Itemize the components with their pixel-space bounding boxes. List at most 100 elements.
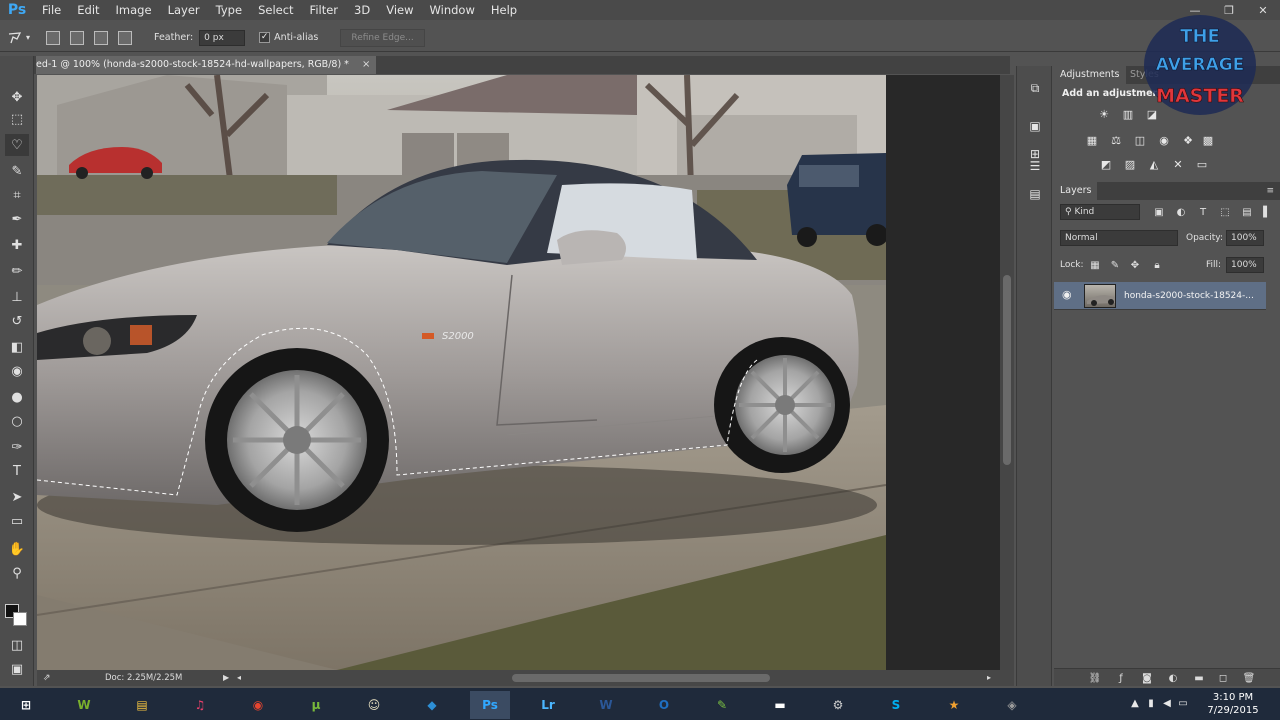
menu-image[interactable]: Image [108, 0, 160, 20]
lasso-tool-icon[interactable]: ♡ [5, 134, 29, 156]
menu-file[interactable]: File [34, 0, 69, 20]
taskbar-app-kodi-icon[interactable]: ◆ [412, 691, 452, 719]
kind-filter-dropdown[interactable]: ⚲ Kind [1060, 204, 1140, 220]
properties-panel-icon[interactable]: ▣ [1025, 116, 1045, 136]
taskbar-outlook-icon[interactable]: O [644, 691, 684, 719]
refine-edge-button[interactable]: Refine Edge... [340, 28, 425, 47]
filter-pixel-icon[interactable]: ▣ [1152, 205, 1166, 219]
tab-layers[interactable]: Layers [1054, 182, 1098, 200]
lock-transparent-icon[interactable]: ▦ [1088, 258, 1102, 272]
crop-tool-icon[interactable]: ⌗ [5, 184, 29, 206]
menu-filter[interactable]: Filter [302, 0, 346, 20]
tray-expand-icon[interactable]: ▲ [1128, 696, 1142, 710]
eraser-tool-icon[interactable]: ◧ [5, 336, 29, 358]
status-menu-icon[interactable]: ⇗ [43, 670, 51, 686]
opacity-input[interactable]: 100% [1226, 230, 1264, 246]
lock-all-icon[interactable]: 🔒︎ [1150, 258, 1164, 272]
vibrance-icon[interactable]: ▦ [1084, 132, 1100, 148]
add-mask-icon[interactable]: ◙ [1140, 671, 1154, 685]
posterize-icon[interactable]: ▨ [1122, 156, 1138, 172]
black-white-icon[interactable]: ◉ [1156, 132, 1172, 148]
paint-bucket-tool-icon[interactable]: ◉ [5, 360, 29, 382]
taskbar-photoshop-icon[interactable]: Ps [470, 691, 510, 719]
channel-mixer-icon[interactable]: ▩ [1200, 132, 1216, 148]
intersect-selection-icon[interactable] [118, 30, 133, 45]
photo-filter-icon[interactable]: ❖ [1180, 132, 1196, 148]
dodge-tool-icon[interactable]: ○ [5, 410, 29, 432]
feather-input[interactable]: 0 px [199, 29, 246, 46]
gradient-map-icon[interactable]: ▭ [1194, 156, 1210, 172]
vertical-scrollbar[interactable] [1000, 75, 1014, 670]
taskbar-clock[interactable]: 3:10 PM 7/29/2015 [1200, 691, 1266, 717]
pen-tool-icon[interactable]: ✑ [5, 436, 29, 458]
background-color-swatch[interactable] [13, 612, 27, 626]
taskbar-itunes-icon[interactable]: ♫ [180, 691, 220, 719]
lock-position-icon[interactable]: ✥ [1128, 258, 1142, 272]
selective-color-icon[interactable]: ✕ [1170, 156, 1186, 172]
layer-name[interactable]: honda-s2000-stock-18524-... [1124, 282, 1254, 310]
taskbar-app-slate-icon[interactable]: ◈ [992, 691, 1032, 719]
menu-3d[interactable]: 3D [346, 0, 378, 20]
polygonal-lasso-preset-icon[interactable] [6, 29, 24, 47]
filter-toggle-icon[interactable]: ▌ [1260, 205, 1274, 219]
menu-layer[interactable]: Layer [160, 0, 208, 20]
type-tool-icon[interactable]: T [5, 460, 29, 482]
scroll-right-icon[interactable]: ▸ [987, 670, 991, 686]
fill-input[interactable]: 100% [1226, 257, 1264, 273]
taskbar-w-app-icon[interactable]: W [64, 691, 104, 719]
document-tab[interactable]: ed-1 @ 100% (honda-s2000-stock-18524-hd-… [36, 56, 376, 74]
clone-stamp-tool-icon[interactable]: ⊥ [5, 286, 29, 308]
layer-style-icon[interactable]: ƒ [1114, 671, 1128, 685]
menu-type[interactable]: Type [208, 0, 250, 20]
new-layer-icon[interactable]: ◻ [1216, 671, 1230, 685]
taskbar-word-icon[interactable]: W [586, 691, 626, 719]
document-canvas[interactable]: S2000 [37, 75, 886, 670]
quick-select-tool-icon[interactable]: ✎ [5, 160, 29, 182]
marquee-tool-icon[interactable]: ⬚ [5, 108, 29, 130]
taskbar-app-cartoon-icon[interactable]: ☺ [354, 691, 394, 719]
color-balance-icon[interactable]: ◫ [1132, 132, 1148, 148]
levels-icon[interactable]: ▥ [1120, 106, 1136, 122]
tray-volume-icon[interactable]: ◀ [1160, 696, 1174, 710]
brightness-contrast-icon[interactable]: ☀ [1096, 106, 1112, 122]
filter-shape-icon[interactable]: ⬚ [1218, 205, 1232, 219]
blur-tool-icon[interactable]: ● [5, 386, 29, 408]
eyedropper-tool-icon[interactable]: ✒ [5, 208, 29, 230]
invert-icon[interactable]: ◩ [1098, 156, 1114, 172]
status-arrow-icon[interactable]: ▶ [223, 670, 229, 686]
visibility-eye-icon[interactable]: ◉ [1062, 288, 1072, 301]
link-layers-icon[interactable]: ⛓ [1088, 671, 1102, 685]
layers-panel-menu-icon[interactable]: ≡ [1266, 182, 1274, 200]
menu-window[interactable]: Window [422, 0, 483, 20]
rectangle-tool-icon[interactable]: ▭ [5, 510, 29, 532]
subtract-selection-icon[interactable] [94, 30, 109, 45]
taskbar-start-icon[interactable]: ⊞ [6, 691, 46, 719]
taskbar-file-explorer-icon[interactable]: ▤ [122, 691, 162, 719]
blend-mode-dropdown[interactable]: Normal [1060, 230, 1178, 246]
preset-dropdown-icon[interactable]: ▾ [26, 33, 30, 42]
taskbar-app-notes-icon[interactable]: ✎ [702, 691, 742, 719]
lock-image-icon[interactable]: ✎ [1108, 258, 1122, 272]
horizontal-scroll-thumb[interactable] [512, 674, 770, 682]
healing-brush-tool-icon[interactable]: ✚ [5, 234, 29, 256]
taskbar-steam-icon[interactable]: ⚙ [818, 691, 858, 719]
threshold-icon[interactable]: ◭ [1146, 156, 1162, 172]
filter-adjustment-icon[interactable]: ◐ [1174, 205, 1188, 219]
move-tool-icon[interactable]: ✥ [5, 86, 29, 108]
menu-edit[interactable]: Edit [69, 0, 107, 20]
layer-row[interactable]: ◉ honda-s2000-stock-18524-... [1054, 282, 1266, 310]
taskbar-utorrent-icon[interactable]: µ [296, 691, 336, 719]
delete-layer-icon[interactable]: 🗑︎ [1242, 671, 1256, 685]
taskbar-app-device-icon[interactable]: ▬ [760, 691, 800, 719]
vertical-scroll-thumb[interactable] [1003, 275, 1011, 465]
tray-battery-icon[interactable]: ▭ [1176, 696, 1190, 710]
taskbar-app-game-icon[interactable]: ★ [934, 691, 974, 719]
taskbar-skype-icon[interactable]: S [876, 691, 916, 719]
quick-mask-icon[interactable]: ◫ [5, 634, 29, 656]
hue-saturation-icon[interactable]: ⚖ [1108, 132, 1124, 148]
menu-help[interactable]: Help [483, 0, 525, 20]
history-brush-tool-icon[interactable]: ↺ [5, 310, 29, 332]
path-selection-tool-icon[interactable]: ➤ [5, 486, 29, 508]
screen-mode-icon[interactable]: ▣ [5, 658, 29, 680]
filter-type-icon[interactable]: T [1196, 205, 1210, 219]
